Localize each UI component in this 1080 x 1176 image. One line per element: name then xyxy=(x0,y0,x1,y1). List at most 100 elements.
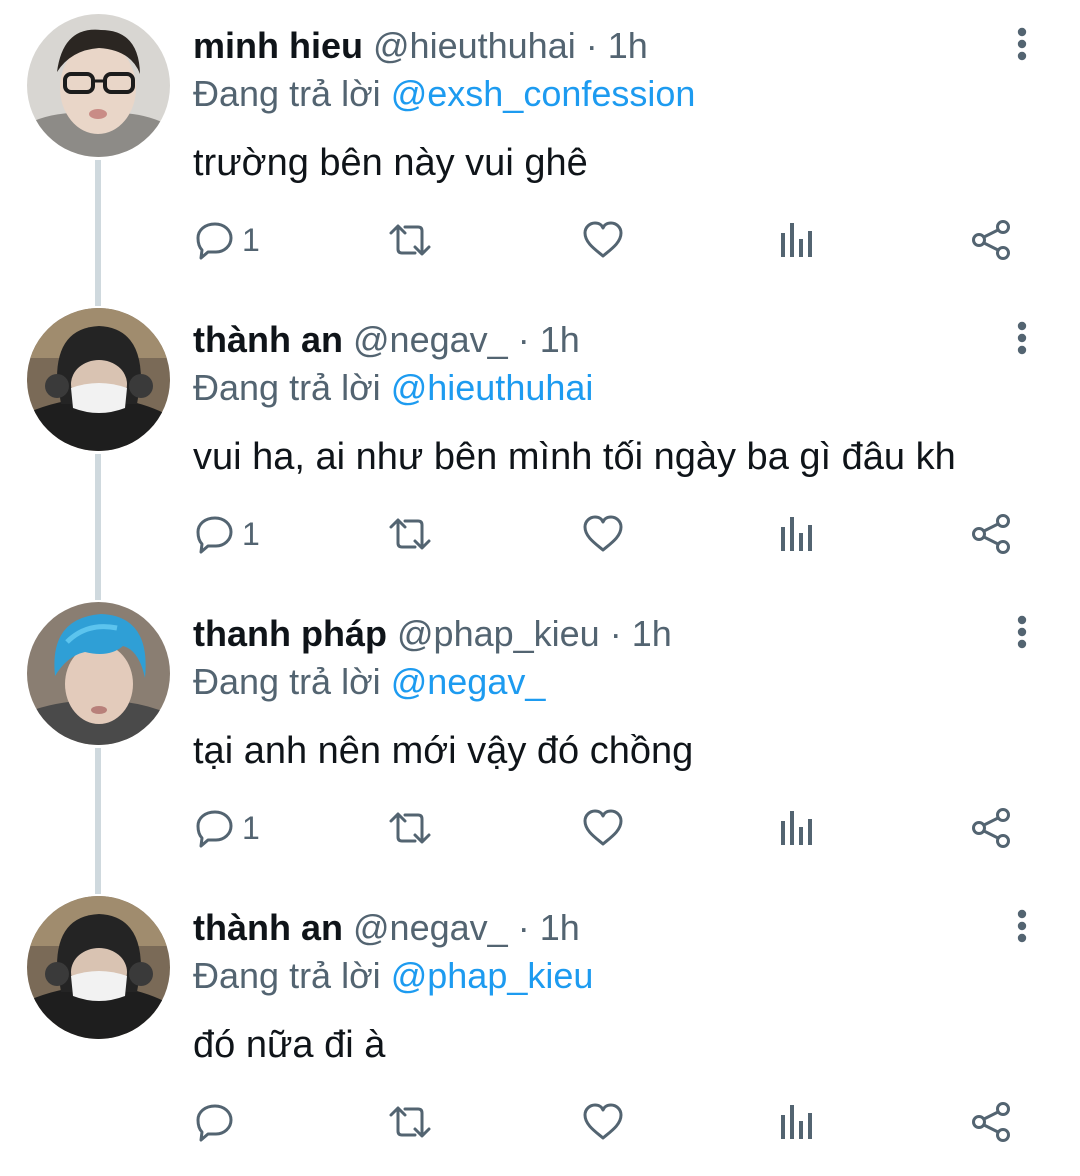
timestamp[interactable]: 1h xyxy=(540,907,580,948)
views-icon xyxy=(781,223,812,257)
separator-dot: · xyxy=(517,319,530,360)
views-button[interactable] xyxy=(778,218,816,262)
reply-button[interactable]: 1 xyxy=(194,512,260,556)
retweet-icon xyxy=(389,1106,431,1138)
tweet-text: trường bên này vui ghê xyxy=(193,142,588,184)
tweet-header: thành an @negav_ · 1h xyxy=(193,906,580,950)
replying-to-label: Đang trả lời xyxy=(193,661,381,702)
display-name[interactable]: thành an xyxy=(193,907,343,948)
tweet-actions xyxy=(0,1082,1080,1162)
like-button[interactable] xyxy=(582,1100,624,1144)
replying-to-label: Đang trả lời xyxy=(193,73,381,114)
views-button[interactable] xyxy=(778,1100,816,1144)
share-button[interactable] xyxy=(970,806,1012,850)
tweet[interactable]: thanh pháp @phap_kieu · 1h Đang trả lời … xyxy=(0,588,1080,882)
avatar[interactable] xyxy=(27,896,170,1039)
avatar-headphones-mask-photo xyxy=(27,308,170,451)
avatar-blue-hair-photo xyxy=(27,602,170,745)
reply-button[interactable]: 1 xyxy=(194,806,260,850)
replying-to-mention[interactable]: @hieuthuhai xyxy=(391,367,594,408)
like-button[interactable] xyxy=(582,218,624,262)
retweet-button[interactable] xyxy=(385,806,435,850)
tweet-text: vui ha, ai như bên mình tối ngày ba gì đ… xyxy=(193,436,956,478)
tweet[interactable]: thành an @negav_ · 1h Đang trả lời @phap… xyxy=(0,882,1080,1176)
like-button[interactable] xyxy=(582,806,624,850)
tweet-text: đó nữa đi à xyxy=(193,1024,386,1066)
heart-icon xyxy=(583,515,623,552)
avatar[interactable] xyxy=(27,602,170,745)
views-icon xyxy=(781,811,812,845)
avatar-glasses-photo xyxy=(27,14,170,157)
tweet-actions: 1 xyxy=(0,788,1080,868)
share-icon xyxy=(972,220,1010,260)
reply-thread: minh hieu @hieuthuhai · 1h Đang trả lời … xyxy=(0,0,1080,1165)
reply-button[interactable] xyxy=(194,1100,242,1144)
display-name[interactable]: thành an xyxy=(193,319,343,360)
avatar-headphones-mask-photo xyxy=(27,896,170,1039)
more-options-button[interactable] xyxy=(1008,612,1036,652)
like-button[interactable] xyxy=(582,512,624,556)
user-handle[interactable]: @negav_ xyxy=(353,907,508,948)
reply-count: 1 xyxy=(242,516,260,552)
display-name[interactable]: minh hieu xyxy=(193,25,363,66)
tweet-actions: 1 xyxy=(0,200,1080,280)
views-button[interactable] xyxy=(778,806,816,850)
avatar[interactable] xyxy=(27,308,170,451)
more-options-button[interactable] xyxy=(1008,24,1036,64)
timestamp[interactable]: 1h xyxy=(632,613,672,654)
heart-icon xyxy=(583,809,623,846)
retweet-icon xyxy=(389,812,431,844)
more-options-button[interactable] xyxy=(1008,906,1036,946)
more-vertical-icon xyxy=(1017,615,1027,649)
views-icon xyxy=(781,517,812,551)
retweet-icon xyxy=(389,518,431,550)
replying-to-label: Đang trả lời xyxy=(193,367,381,408)
retweet-button[interactable] xyxy=(385,512,435,556)
replying-to: Đang trả lời @exsh_confession xyxy=(193,72,695,116)
tweet-header: minh hieu @hieuthuhai · 1h xyxy=(193,24,648,68)
separator-dot: · xyxy=(517,907,530,948)
reply-count: 1 xyxy=(242,222,260,258)
more-vertical-icon xyxy=(1017,27,1027,61)
reply-icon xyxy=(196,516,233,554)
share-button[interactable] xyxy=(970,512,1012,556)
reply-count: 1 xyxy=(242,810,260,846)
timestamp[interactable]: 1h xyxy=(608,25,648,66)
tweet-header: thanh pháp @phap_kieu · 1h xyxy=(193,612,672,656)
tweet[interactable]: minh hieu @hieuthuhai · 1h Đang trả lời … xyxy=(0,0,1080,294)
user-handle[interactable]: @negav_ xyxy=(353,319,508,360)
timestamp[interactable]: 1h xyxy=(540,319,580,360)
retweet-button[interactable] xyxy=(385,218,435,262)
share-icon xyxy=(972,808,1010,848)
views-icon xyxy=(781,1105,812,1139)
replying-to: Đang trả lời @negav_ xyxy=(193,660,545,704)
display-name[interactable]: thanh pháp xyxy=(193,613,387,654)
tweet-actions: 1 xyxy=(0,494,1080,574)
replying-to-mention[interactable]: @exsh_confession xyxy=(391,73,696,114)
tweet-text: tại anh nên mới vậy đó chồng xyxy=(193,730,694,772)
reply-button[interactable]: 1 xyxy=(194,218,260,262)
reply-icon xyxy=(196,222,233,260)
reply-icon xyxy=(196,1104,233,1142)
share-button[interactable] xyxy=(970,218,1012,262)
replying-to: Đang trả lời @phap_kieu xyxy=(193,954,593,998)
reply-icon xyxy=(196,810,233,848)
replying-to-mention[interactable]: @phap_kieu xyxy=(391,955,594,996)
separator-dot: · xyxy=(585,25,598,66)
tweet[interactable]: thành an @negav_ · 1h Đang trả lời @hieu… xyxy=(0,294,1080,588)
avatar[interactable] xyxy=(27,14,170,157)
separator-dot: · xyxy=(609,613,622,654)
share-icon xyxy=(972,1102,1010,1142)
tweet-header: thành an @negav_ · 1h xyxy=(193,318,580,362)
user-handle[interactable]: @hieuthuhai xyxy=(373,25,576,66)
user-handle[interactable]: @phap_kieu xyxy=(397,613,600,654)
more-vertical-icon xyxy=(1017,321,1027,355)
more-options-button[interactable] xyxy=(1008,318,1036,358)
replying-to-mention[interactable]: @negav_ xyxy=(391,661,546,702)
retweet-icon xyxy=(389,224,431,256)
views-button[interactable] xyxy=(778,512,816,556)
share-button[interactable] xyxy=(970,1100,1012,1144)
heart-icon xyxy=(583,221,623,258)
more-vertical-icon xyxy=(1017,909,1027,943)
retweet-button[interactable] xyxy=(385,1100,435,1144)
